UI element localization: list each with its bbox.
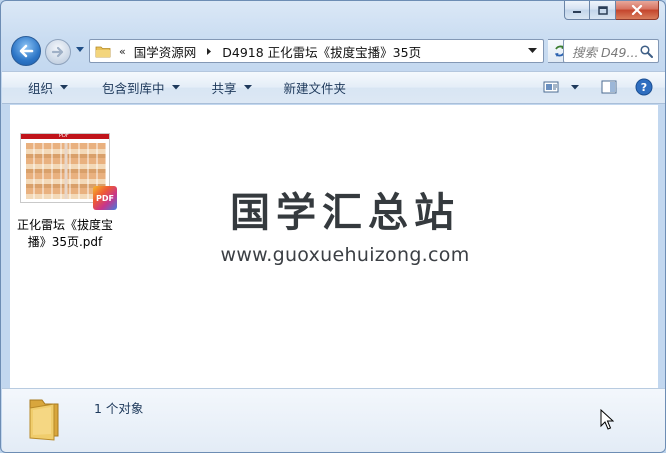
- minimize-button[interactable]: [564, 1, 590, 20]
- mouse-cursor-icon: [600, 409, 614, 430]
- pdf-thumbnail: PDF PDF: [20, 133, 117, 210]
- navigation-row: « 国学资源网 D4918 正化雷坛《拔度宝播》35页 搜索 D49...: [9, 35, 659, 66]
- thumbnail-header-label: PDF: [59, 133, 69, 139]
- maximize-button[interactable]: [590, 1, 616, 20]
- forward-button[interactable]: [45, 39, 71, 65]
- chevron-right-icon[interactable]: [206, 47, 212, 56]
- watermark-url: www.guoxuehuizong.com: [220, 244, 470, 266]
- share-button[interactable]: 共享: [202, 76, 262, 100]
- include-in-library-button[interactable]: 包含到库中: [92, 76, 190, 100]
- command-bar-right: ?: [543, 78, 653, 96]
- organize-label: 组织: [28, 81, 54, 96]
- file-list-pane[interactable]: PDF PDF 正化雷坛《拔度宝 播》35页.pdf 国学汇总站 www.guo…: [10, 105, 658, 388]
- chevron-down-icon: [243, 85, 252, 90]
- svg-text:?: ?: [641, 81, 647, 94]
- caption-buttons: [564, 1, 659, 20]
- search-input[interactable]: 搜索 D49...: [563, 39, 659, 63]
- chevron-down-icon: [171, 85, 180, 90]
- close-button[interactable]: [616, 1, 659, 20]
- item-count: 1 个对象: [94, 401, 144, 416]
- minimize-icon: [573, 11, 581, 13]
- arrow-right-icon: [51, 46, 64, 58]
- organize-button[interactable]: 组织: [18, 76, 78, 100]
- share-label: 共享: [211, 81, 237, 96]
- folder-large-icon: [29, 399, 59, 441]
- folder-icon: [95, 46, 111, 58]
- view-options-dropdown-icon[interactable]: [571, 84, 579, 90]
- search-placeholder: 搜索 D49...: [572, 44, 639, 60]
- change-view-icon[interactable]: [543, 80, 559, 94]
- chevron-down-icon: [60, 85, 69, 90]
- pdf-badge-label: PDF: [96, 193, 114, 203]
- include-in-library-label: 包含到库中: [102, 81, 165, 96]
- help-icon[interactable]: ?: [635, 78, 653, 96]
- recent-pages-dropdown-icon[interactable]: [75, 46, 85, 54]
- new-folder-button[interactable]: 新建文件夹: [274, 76, 357, 100]
- address-bar[interactable]: « 国学资源网 D4918 正化雷坛《拔度宝播》35页: [89, 39, 544, 63]
- explorer-window: « 国学资源网 D4918 正化雷坛《拔度宝播》35页 搜索 D49... 组织…: [0, 0, 666, 453]
- file-item[interactable]: PDF PDF 正化雷坛《拔度宝 播》35页.pdf: [13, 133, 117, 251]
- preview-pane-icon[interactable]: [601, 80, 617, 94]
- file-name-line-1: 正化雷坛《拔度宝: [16, 218, 113, 232]
- chevron-down-icon[interactable]: [528, 48, 537, 54]
- command-bar: 组织 包含到库中 共享 新建文件夹 ?: [2, 71, 665, 104]
- breadcrumb-item-root[interactable]: 国学资源网: [134, 42, 197, 61]
- back-button[interactable]: [11, 36, 41, 66]
- breadcrumb-overflow[interactable]: «: [119, 45, 126, 58]
- maximize-icon: [597, 5, 608, 15]
- new-folder-label: 新建文件夹: [283, 81, 347, 96]
- watermark-title: 国学汇总站: [230, 190, 460, 236]
- watermark: 国学汇总站 www.guoxuehuizong.com: [195, 180, 495, 266]
- search-icon[interactable]: [640, 45, 653, 58]
- file-name[interactable]: 正化雷坛《拔度宝 播》35页.pdf: [13, 217, 117, 251]
- details-pane: 1 个对象: [2, 388, 665, 452]
- breadcrumb-item-current[interactable]: D4918 正化雷坛《拔度宝播》35页: [222, 42, 421, 61]
- file-name-line-2: 播》35页.pdf: [27, 235, 103, 249]
- arrow-left-icon: [19, 44, 34, 58]
- pdf-icon: PDF: [93, 186, 117, 210]
- close-icon: [631, 5, 643, 15]
